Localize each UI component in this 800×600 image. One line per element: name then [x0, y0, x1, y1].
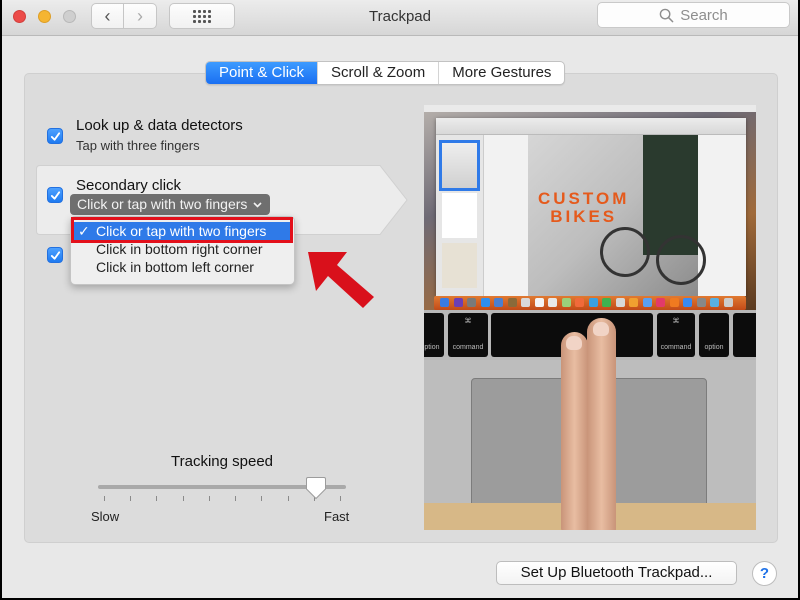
secondary-click-menu: ✓ Click or tap with two fingers Click in… [70, 216, 295, 285]
dock-app-icon [656, 298, 665, 307]
checkmark-icon [50, 131, 60, 141]
search-placeholder: Search [680, 6, 728, 24]
slow-label: Slow [91, 509, 120, 524]
slider-tick [287, 496, 289, 501]
preview-pages-app: CUSTOM BIKES [436, 118, 746, 296]
dock-app-icon [480, 298, 490, 307]
slider-tick [340, 496, 341, 501]
slider-tick [261, 496, 263, 501]
slider-tick [182, 496, 184, 501]
slider-tick [208, 496, 210, 501]
tracking-speed-thumb[interactable] [305, 476, 327, 500]
dock-app-icon [629, 298, 638, 307]
checkmark-icon [50, 190, 60, 200]
lookup-title: Look up & data detectors [76, 117, 243, 134]
dock-app-icon [669, 298, 679, 307]
dock-app-icon [534, 298, 544, 307]
menu-item-label: Click in bottom right corner [96, 241, 263, 257]
tab-point-and-click[interactable]: Point & Click [206, 62, 318, 84]
slider-tick [235, 496, 237, 501]
dock-app-icon [723, 298, 733, 307]
annotation-arrow-icon [308, 252, 374, 308]
secondary-click-title: Secondary click [76, 177, 182, 194]
secondary-click-popup[interactable]: Click or tap with two fingers [70, 194, 271, 215]
slider-tick [130, 496, 132, 501]
dock-app-icon [642, 298, 652, 307]
dock-app-icon [683, 298, 692, 307]
preview-desktop: CUSTOM BIKES [424, 105, 756, 310]
tab-bar: Point & Click Scroll & Zoom More Gesture… [205, 61, 566, 85]
chevron-down-icon [253, 201, 262, 208]
preview-headline-1: CUSTOM [538, 189, 630, 208]
dock-app-icon [453, 298, 463, 307]
preview-dock [434, 296, 746, 310]
dock-app-icon [548, 298, 557, 307]
dock-app-icon [602, 298, 611, 307]
dock-app-icon [561, 298, 571, 307]
menu-item-label: Click or tap with two fingers [96, 223, 267, 239]
preview-headline-2: BIKES [550, 207, 618, 226]
dock-app-icon [440, 298, 449, 307]
lookup-subtitle: Tap with three fingers [76, 138, 200, 153]
slider-tick [104, 496, 105, 501]
lookup-checkbox[interactable] [47, 128, 63, 144]
trackpad-preferences-window: ‹ › Trackpad Search Point & Click Scroll… [2, 0, 798, 598]
dock-app-icon [521, 298, 530, 307]
dock-app-icon [710, 298, 719, 307]
dock-app-icon [615, 298, 625, 307]
gesture-preview-image: CUSTOM BIKES option ⌘command ⌘command op… [424, 105, 756, 530]
dock-app-icon [494, 298, 503, 307]
menu-item-bottom-left[interactable]: Click in bottom left corner [71, 258, 294, 276]
search-field[interactable]: Search [597, 2, 790, 28]
menu-item-label: Click in bottom left corner [96, 259, 254, 275]
setup-bluetooth-trackpad-button[interactable]: Set Up Bluetooth Trackpad... [496, 561, 737, 585]
checkmark-icon: ✓ [78, 223, 90, 239]
dock-app-icon [467, 298, 476, 307]
help-button[interactable]: ? [752, 561, 777, 586]
tab-more-gestures[interactable]: More Gestures [438, 62, 564, 84]
title-bar: ‹ › Trackpad Search [2, 0, 798, 36]
secondary-click-checkbox[interactable] [47, 187, 63, 203]
tracking-speed-label: Tracking speed [171, 453, 273, 470]
third-option-checkbox[interactable] [47, 247, 63, 263]
menu-item-bottom-right[interactable]: Click in bottom right corner [71, 240, 294, 258]
dock-app-icon [588, 298, 598, 307]
fast-label: Fast [324, 509, 350, 524]
preview-finger-left [561, 332, 588, 530]
checkmark-icon [50, 250, 60, 260]
preview-finger-right [587, 318, 616, 530]
tab-scroll-and-zoom[interactable]: Scroll & Zoom [317, 62, 438, 84]
secondary-click-value: Click or tap with two fingers [77, 196, 248, 212]
dock-app-icon [575, 298, 584, 307]
dock-app-icon [696, 298, 706, 307]
dock-app-icon [507, 298, 517, 307]
search-icon [659, 8, 674, 22]
menu-item-two-fingers[interactable]: ✓ Click or tap with two fingers [72, 222, 293, 240]
slider-tick [156, 496, 158, 501]
